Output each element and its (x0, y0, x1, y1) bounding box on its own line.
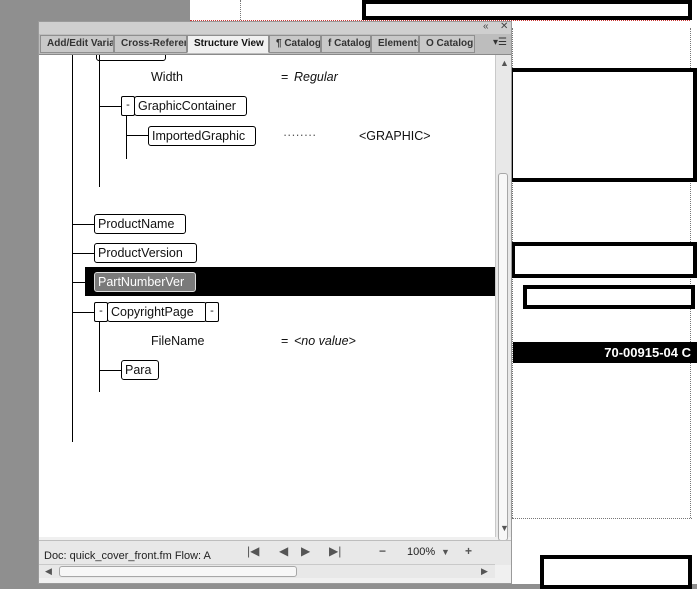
doc-frame-medium[interactable] (511, 242, 697, 278)
vertical-scroll-thumb[interactable] (498, 173, 508, 541)
doc-frame-small[interactable] (523, 285, 695, 309)
zoom-dropdown-icon[interactable]: ▼ (441, 547, 450, 557)
doc-guide-line (512, 518, 692, 519)
attribute-equals: = (281, 70, 289, 84)
tab-character-catalog[interactable]: f Catalog (321, 35, 371, 53)
tree-line (99, 55, 100, 187)
attribute-value-width[interactable]: Regular (294, 70, 338, 84)
tree-line (72, 312, 94, 313)
tree-node-product-version[interactable]: ProductVersion (94, 243, 197, 263)
tree-line (72, 55, 73, 442)
first-page-icon[interactable]: |◀ (247, 544, 259, 558)
tab-structure-view[interactable]: Structure View (187, 35, 269, 53)
tab-add-edit-variable[interactable]: Add/Edit Variable (40, 35, 114, 53)
tab-object-catalog[interactable]: O Catalog (419, 35, 475, 53)
tree-line (126, 135, 148, 136)
structure-tree: Width = Regular - GraphicContainer Impor… (39, 55, 495, 537)
panel-title-bar: « ✕ (39, 21, 511, 34)
collapse-toggle[interactable]: - (121, 96, 135, 116)
tree-node-imported-graphic[interactable]: ImportedGraphic (148, 126, 256, 146)
panel-tab-bar: Add/Edit Variable Cross-Reference Struct… (39, 34, 511, 55)
tab-cross-reference[interactable]: Cross-Reference (114, 35, 187, 53)
attribute-value-filename[interactable]: <no value> (294, 334, 356, 348)
scroll-down-icon[interactable]: ▼ (500, 523, 509, 533)
tab-elements[interactable]: Elements (371, 35, 419, 53)
tree-node-copyright-page[interactable]: CopyrightPage (107, 302, 207, 322)
tree-line (72, 253, 94, 254)
structure-view-panel: « ✕ Add/Edit Variable Cross-Reference St… (38, 21, 512, 584)
part-number-text[interactable]: 70-00915-04 C (513, 342, 697, 363)
tree-line (72, 282, 94, 283)
collapse-toggle[interactable]: - (94, 302, 108, 322)
collapse-toggle[interactable]: - (205, 302, 219, 322)
scroll-up-icon[interactable]: ▲ (500, 58, 509, 68)
next-page-icon[interactable]: ▶ (301, 544, 310, 558)
tree-node-graphic-container[interactable]: GraphicContainer (134, 96, 247, 116)
scroll-right-icon[interactable]: ▶ (481, 566, 488, 577)
tree-line (99, 370, 121, 371)
vertical-scrollbar[interactable]: ▲ ▼ (495, 55, 511, 541)
doc-guide-line (240, 0, 241, 20)
tree-node-partial[interactable] (96, 55, 166, 61)
graphic-dots: ········ (283, 128, 317, 142)
panel-menu-icon[interactable]: ▾☰ (493, 37, 507, 48)
zoom-in-icon[interactable]: + (465, 544, 472, 558)
doc-frame-top[interactable] (362, 0, 692, 20)
collapse-icon[interactable]: « (483, 21, 489, 32)
horizontal-scrollbar[interactable]: ◀ ▶ (39, 564, 495, 578)
tab-paragraph-catalog[interactable]: ¶ Catalog (269, 35, 321, 53)
status-bar: Doc: quick_cover_front.fm Flow: A |◀ ◀ ▶… (39, 540, 511, 565)
horizontal-scroll-thumb[interactable] (59, 566, 297, 577)
scroll-left-icon[interactable]: ◀ (45, 566, 52, 577)
zoom-out-icon[interactable]: − (379, 544, 386, 558)
tree-node-para[interactable]: Para (121, 360, 159, 380)
attribute-name-width: Width (151, 70, 183, 84)
last-page-icon[interactable]: ▶| (329, 544, 341, 558)
graphic-placeholder: <GRAPHIC> (359, 129, 431, 143)
tree-line (72, 224, 94, 225)
tree-line (126, 116, 127, 159)
previous-page-icon[interactable]: ◀ (279, 544, 288, 558)
tree-node-part-number-ver[interactable]: PartNumberVer (94, 272, 196, 292)
tree-line (99, 322, 100, 392)
zoom-level[interactable]: 100% (407, 546, 435, 558)
doc-frame-large[interactable] (509, 68, 697, 182)
attribute-equals: = (281, 334, 289, 348)
attribute-name-filename: FileName (151, 334, 205, 348)
close-icon[interactable]: ✕ (500, 21, 508, 32)
tree-line (99, 106, 121, 107)
tree-node-product-name[interactable]: ProductName (94, 214, 186, 234)
document-flow-info: Doc: quick_cover_front.fm Flow: A (44, 550, 211, 562)
